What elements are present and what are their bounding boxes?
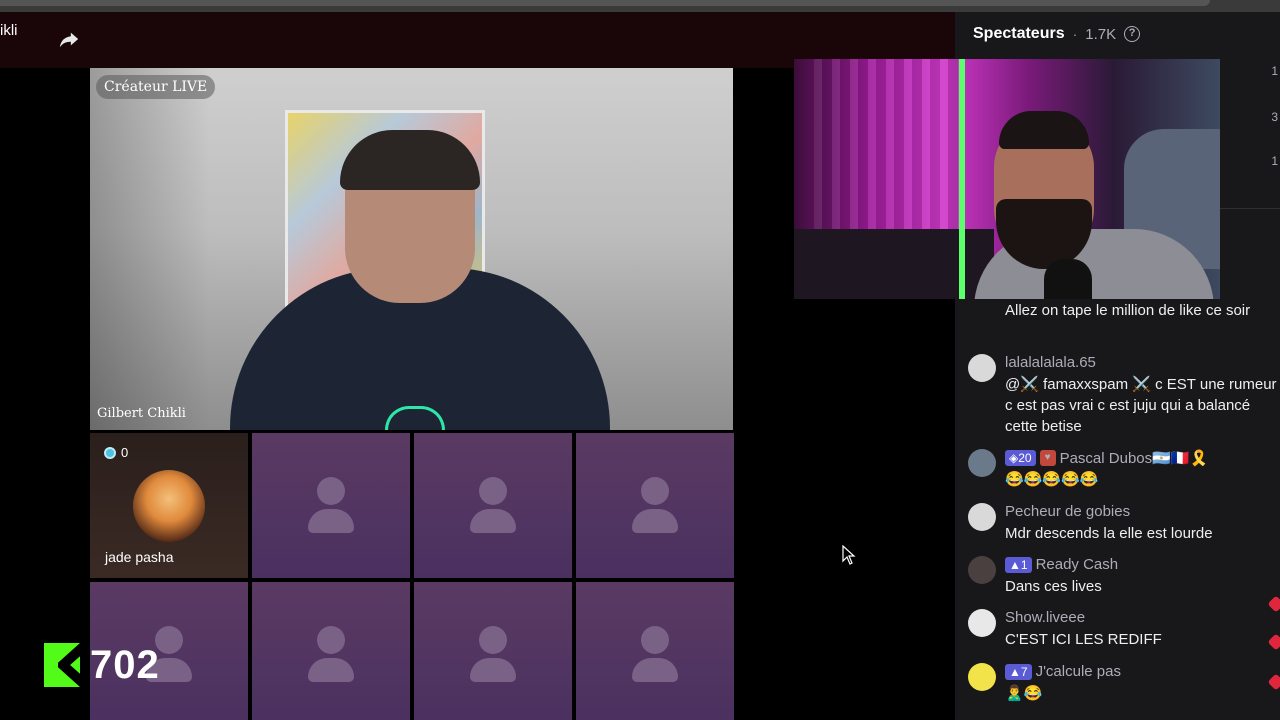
chat-username[interactable]: Show.liveee [1005,609,1085,626]
ranking-digit: 1 [1271,154,1278,168]
chat-username-text: Ready Cash [1035,556,1119,573]
chat-username[interactable]: Pecheur de gobies [1005,503,1130,520]
neon-light [959,59,965,299]
browser-top-strip [0,0,1280,12]
coin-icon [104,446,116,459]
subscriber-level-badge: ▲7 [1005,663,1032,680]
heart-badge-icon: ♥ [1039,450,1056,466]
chat-message-text: Mdr descends la elle est lourde [1005,525,1213,542]
chat-username-text: lalalalalala.65 [1005,354,1096,371]
chat-message-text: 🙎‍♂️😂 [1005,685,1043,702]
microphone [1044,259,1092,299]
help-icon[interactable]: ? [1124,26,1141,42]
viewers-title: Spectateurs [973,25,1065,42]
user-placeholder-body [308,658,354,682]
chat-message-text: Allez on tape le million de like ce soir [1005,302,1251,319]
avatar [968,449,996,477]
user-placeholder-icon [317,477,345,505]
streamer-webcam [794,59,1220,299]
avatar [133,470,205,542]
avatar [968,503,996,531]
kick-viewer-count: 702 [90,642,160,687]
chat-username-text: Pascal Dubos🇦🇷🇫🇷🎗️ [1059,450,1209,467]
chat-username-text: Show.liveee [1005,609,1086,626]
user-placeholder-icon [641,626,669,654]
user-placeholder-body [632,658,678,682]
chat-username-text: J'calcule pas [1035,663,1121,680]
kick-viewer-overlay: 702 [44,643,160,687]
user-placeholder-body [632,509,678,533]
empty-guest-slot[interactable] [252,433,410,578]
chat-username[interactable]: ◈20 ♥ Pascal Dubos🇦🇷🇫🇷🎗️ [1005,449,1208,467]
empty-guest-slot[interactable] [576,433,734,578]
mouse-cursor-icon [842,545,856,565]
ranking-digit: 1 [1271,64,1278,78]
guest-name: jade pasha [105,549,174,565]
streamer-name: ikli [0,22,18,39]
user-placeholder-icon [641,477,669,505]
gift-counter: 0 [104,445,128,460]
chat-username-text: Pecheur de gobies [1005,503,1131,520]
guest-tile-jade-pasha[interactable]: 0 jade pasha [90,433,248,578]
empty-guest-slot[interactable] [576,582,734,720]
live-creator-badge: Créateur LIVE [96,75,216,99]
user-placeholder-icon [317,626,345,654]
avatar [968,609,996,637]
subscriber-level-badge: ▲1 [1005,556,1032,573]
user-placeholder-icon [479,626,507,654]
chat-username[interactable]: ▲1 Ready Cash [1005,556,1118,573]
chat-username[interactable]: lalalalalala.65 [1005,354,1096,371]
subscriber-level-badge: ◈20 [1005,450,1036,466]
chat-username[interactable]: ▲7 J'calcule pas [1005,663,1121,680]
user-placeholder-icon [479,477,507,505]
avatar [968,556,996,584]
user-placeholder-body [470,658,516,682]
wall-shadow [90,68,210,430]
chat-message-text: C'EST ICI LES REDIFF [1005,631,1162,648]
user-placeholder-body [470,509,516,533]
viewers-count: 1.7K [1085,25,1117,43]
chat-message-text: Dans ces lives [1005,578,1102,595]
chat-message-text: 😂😂😂😂😂 [1005,471,1099,488]
viewers-header: Spectateurs · 1.7K ? [973,22,1141,46]
gift-count: 0 [121,445,129,460]
empty-guest-slot[interactable] [414,582,572,720]
header-separator: · [1072,26,1078,42]
host-name-label: Gilbert Chikli [97,406,186,421]
kick-logo-icon [44,643,80,687]
avatar [968,354,996,382]
share-arrow-icon[interactable] [58,28,80,50]
user-placeholder-body [308,509,354,533]
ranking-digit: 3 [1271,110,1278,124]
scroll-track [0,0,1210,6]
streamer-hair [999,111,1089,149]
host-video[interactable] [90,68,733,430]
avatar [968,663,996,691]
empty-guest-slot[interactable] [414,433,572,578]
chat-message-text: @⚔️ famaxxspam ⚔️ c EST une rumeur c est… [1005,376,1277,435]
empty-guest-slot[interactable] [252,582,410,720]
